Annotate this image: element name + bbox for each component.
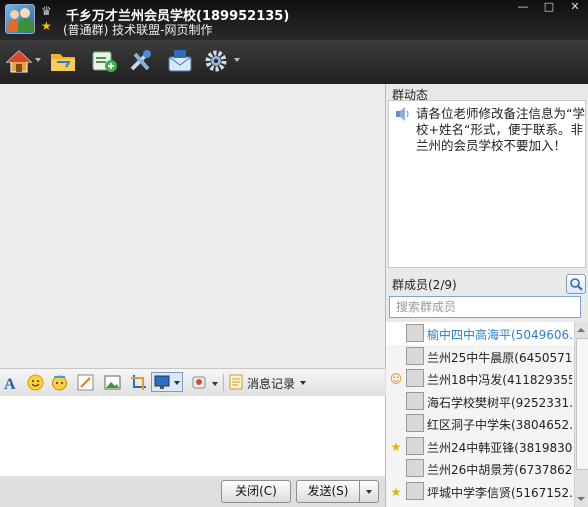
group-toolbar	[0, 40, 588, 84]
member-name: 榆中四中高海平(5049606...	[427, 328, 572, 342]
chevron-down-icon	[174, 381, 180, 385]
user-icon: ☺	[389, 372, 403, 386]
member-avatar[interactable]	[406, 324, 424, 342]
member-name: 坪城中学李信贤(5167152...	[427, 485, 572, 500]
member-avatar[interactable]	[406, 414, 424, 432]
member-avatar[interactable]	[406, 369, 424, 387]
close-button[interactable]: 关闭(C)	[221, 480, 291, 503]
member-row[interactable]: 兰州25中牛晨原(6450571...	[386, 345, 574, 368]
message-input[interactable]	[0, 396, 386, 476]
member-row[interactable]: ★ 坪城中学李信贤(5167152...	[386, 480, 574, 503]
member-search-button[interactable]	[566, 274, 586, 294]
star-icon: ★	[390, 484, 402, 499]
image-icon[interactable]	[104, 374, 121, 391]
screen-share-button[interactable]	[151, 372, 183, 392]
send-button[interactable]: 发送(S)	[296, 480, 360, 503]
crown-icon: ♛	[41, 4, 52, 18]
separator	[223, 374, 224, 391]
member-row[interactable]: 兰州26中胡景芳(6737862...	[386, 457, 574, 480]
message-history-label: 消息记录	[247, 377, 296, 391]
member-name: 红区洞子中学朱(3804652...	[427, 418, 572, 432]
member-avatar[interactable]	[406, 436, 424, 455]
member-name: 兰州24中韩亚锋(38198304)	[427, 440, 572, 455]
magic-emoji-icon[interactable]	[51, 374, 68, 391]
member-avatar[interactable]	[406, 346, 424, 365]
member-row[interactable]: ☺ 兰州18中冯发(411829355)	[386, 367, 574, 390]
format-toolbar: A 消息记录	[0, 368, 385, 397]
member-row[interactable]: 榆中四中高海平(5049606...	[386, 322, 574, 345]
mail-icon[interactable]	[166, 48, 194, 74]
member-avatar[interactable]	[406, 481, 424, 500]
group-subtitle: (普通群) 技术联盟-网页制作	[63, 23, 213, 37]
member-search-input[interactable]	[389, 296, 581, 318]
svg-text:A: A	[4, 376, 16, 391]
tools-icon[interactable]	[127, 48, 155, 74]
star-icon: ★	[41, 19, 52, 33]
history-icon	[229, 374, 243, 390]
group-avatar[interactable]	[5, 4, 35, 34]
chevron-down-icon	[300, 381, 306, 385]
member-row[interactable]: ★ 兰州24中韩亚锋(38198304)	[386, 435, 574, 458]
member-avatar[interactable]	[406, 459, 424, 477]
bottom-bar: 关闭(C) 发送(S)	[0, 476, 386, 507]
member-name: 海石学校樊树平(9252331...	[427, 395, 572, 410]
chevron-down-icon	[366, 490, 372, 494]
close-window-button[interactable]: ✕	[562, 0, 588, 15]
emoji-icon[interactable]	[27, 374, 44, 391]
member-row[interactable]: 红区洞子中学朱(3804652...	[386, 412, 574, 435]
home-icon[interactable]	[5, 48, 33, 74]
minimize-button[interactable]: —	[510, 0, 536, 15]
member-name: 兰州26中胡景芳(6737862...	[427, 463, 572, 477]
member-name: 兰州18中冯发(411829355)	[427, 373, 572, 387]
chevron-down-icon[interactable]	[35, 58, 41, 62]
star-icon: ★	[390, 439, 402, 454]
announcement-text: 请各位老师修改备注信息为“学校+姓名“形式，便于联系。非兰州的会员学校不要加入！	[416, 106, 585, 153]
edit-icon[interactable]	[77, 374, 94, 391]
chevron-down-icon[interactable]	[212, 382, 218, 386]
screen-share-icon	[154, 375, 170, 389]
folder-icon[interactable]	[49, 48, 77, 74]
member-list: 榆中四中高海平(5049606... 兰州25中牛晨原(6450571... ☺ 兰州…	[386, 322, 574, 507]
announcement-box: 请各位老师修改备注信息为“学校+姓名“形式，便于联系。非兰州的会员学校不要加入！	[388, 100, 586, 268]
member-list-scrollbar[interactable]	[574, 322, 588, 507]
screenshot-icon[interactable]	[130, 374, 147, 391]
members-header: 群成员(2/9)	[392, 278, 457, 292]
scrollbar-thumb[interactable]	[576, 338, 588, 470]
speaker-icon	[396, 107, 409, 121]
settings-icon[interactable]	[203, 48, 231, 74]
message-history-button[interactable]: 消息记录	[228, 372, 308, 392]
maximize-button[interactable]: □	[536, 0, 562, 15]
search-icon	[570, 278, 583, 291]
member-avatar[interactable]	[406, 391, 424, 410]
right-panel: 群动态 请各位老师修改备注信息为“学校+姓名“形式，便于联系。非兰州的会员学校不…	[386, 84, 588, 507]
scroll-down-icon[interactable]	[577, 497, 585, 501]
title-bar: ♛ ★ 千乡万才兰州会员学校(189952135) (普通群) 技术联盟-网页制…	[0, 0, 588, 40]
font-icon[interactable]: A	[3, 374, 20, 391]
member-name: 兰州25中牛晨原(6450571...	[427, 350, 572, 365]
scroll-up-icon[interactable]	[577, 328, 585, 332]
add-app-icon[interactable]	[90, 48, 118, 74]
shake-icon[interactable]	[191, 374, 208, 391]
member-row[interactable]: 海石学校樊树平(9252331...	[386, 390, 574, 413]
chat-history[interactable]	[0, 84, 386, 368]
chevron-down-icon[interactable]	[234, 58, 240, 62]
send-options-button[interactable]	[359, 480, 379, 503]
